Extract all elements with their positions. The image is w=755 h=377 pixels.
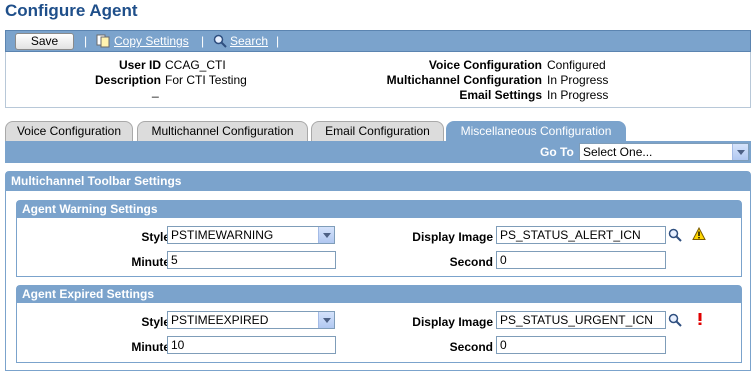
display-image-label: Display Image (412, 230, 493, 244)
lookup-icon[interactable] (668, 313, 682, 327)
display-image-value: PS_STATUS_URGENT_ICN (500, 313, 653, 327)
warning-minute-input[interactable]: 5 (167, 251, 336, 269)
style-label: Style (141, 230, 170, 244)
toolbar-separator: | (84, 34, 88, 48)
tab-voice-configuration[interactable]: Voice Configuration (5, 121, 133, 141)
copy-settings-link[interactable]: Copy Settings (114, 34, 189, 48)
warning-second-input[interactable]: 0 (496, 251, 666, 269)
email-settings-label: Email Settings (459, 88, 542, 102)
user-id-value: CCAG_CTI (165, 58, 226, 72)
display-image-label: Display Image (412, 315, 493, 329)
second-label: Second (449, 340, 493, 354)
user-id-label: User ID (118, 58, 161, 72)
multichannel-config-label: Multichannel Configuration (386, 73, 542, 87)
tab-email-configuration[interactable]: Email Configuration (311, 121, 444, 141)
group-header: Agent Warning Settings (17, 201, 741, 218)
search-icon (213, 34, 227, 48)
minute-value: 10 (171, 338, 185, 352)
voice-config-label: Voice Configuration (428, 58, 542, 72)
toolbar-separator: | (201, 34, 205, 48)
goto-select-value: Select One... (583, 145, 653, 159)
email-settings-value: In Progress (547, 88, 609, 102)
expired-second-input[interactable]: 0 (496, 336, 666, 354)
display-image-value: PS_STATUS_ALERT_ICN (500, 228, 641, 242)
tab-label: Voice Configuration (16, 124, 122, 138)
save-button[interactable]: Save (15, 33, 74, 50)
dropdown-arrow-icon[interactable] (732, 144, 748, 160)
voice-config-value: Configured (547, 58, 606, 72)
lookup-icon[interactable] (668, 228, 682, 242)
multichannel-toolbar-settings: Multichannel Toolbar Settings Agent Warn… (5, 171, 751, 371)
warning-icon (692, 227, 706, 240)
warning-display-image-input[interactable]: PS_STATUS_ALERT_ICN (496, 226, 666, 244)
expired-display-image-input[interactable]: PS_STATUS_URGENT_ICN (496, 311, 666, 329)
description-value: For CTI Testing (165, 73, 247, 87)
style-label: Style (141, 315, 170, 329)
multichannel-config-value: In Progress (547, 73, 609, 87)
page-title: Configure Agent (5, 1, 138, 20)
page-toolbar: Save | Copy Settings | Search | (5, 30, 751, 52)
toolbar-separator: | (276, 34, 280, 48)
agent-expired-settings: Agent Expired Settings Style PSTIMEEXPIR… (16, 285, 742, 363)
tab-miscellaneous-configuration[interactable]: Miscellaneous Configuration (446, 121, 626, 141)
tab-bar: Go To Select One... (5, 141, 751, 163)
minute-value: 5 (171, 253, 178, 267)
minute-label: Minute (131, 340, 170, 354)
expired-minute-input[interactable]: 10 (167, 336, 336, 354)
dropdown-arrow-icon[interactable] (318, 227, 334, 243)
second-value: 0 (500, 253, 507, 267)
copy-settings-icon (96, 34, 110, 48)
dropdown-arrow-icon[interactable] (318, 312, 334, 328)
style-select-value: PSTIMEWARNING (171, 228, 274, 242)
agent-warning-settings: Agent Warning Settings Style PSTIMEWARNI… (16, 200, 742, 277)
description-label: Description (94, 73, 161, 87)
urgent-icon (698, 313, 702, 325)
group-header: Agent Expired Settings (17, 286, 741, 303)
expired-style-select[interactable]: PSTIMEEXPIRED (167, 311, 335, 329)
goto-select[interactable]: Select One... (579, 143, 749, 161)
tab-multichannel-configuration[interactable]: Multichannel Configuration (137, 121, 308, 141)
goto-label: Go To (540, 145, 574, 159)
search-link[interactable]: Search (230, 34, 268, 48)
description-underscore: _ (152, 84, 159, 98)
second-value: 0 (500, 338, 507, 352)
agent-info-box: User ID CCAG_CTI Description For CTI Tes… (5, 52, 751, 108)
tab-label: Miscellaneous Configuration (460, 124, 612, 138)
tab-label: Email Configuration (325, 124, 430, 138)
second-label: Second (449, 255, 493, 269)
section-header: Multichannel Toolbar Settings (6, 172, 750, 191)
tab-label: Multichannel Configuration (151, 124, 294, 138)
style-select-value: PSTIMEEXPIRED (171, 313, 269, 327)
minute-label: Minute (131, 255, 170, 269)
warning-style-select[interactable]: PSTIMEWARNING (167, 226, 335, 244)
